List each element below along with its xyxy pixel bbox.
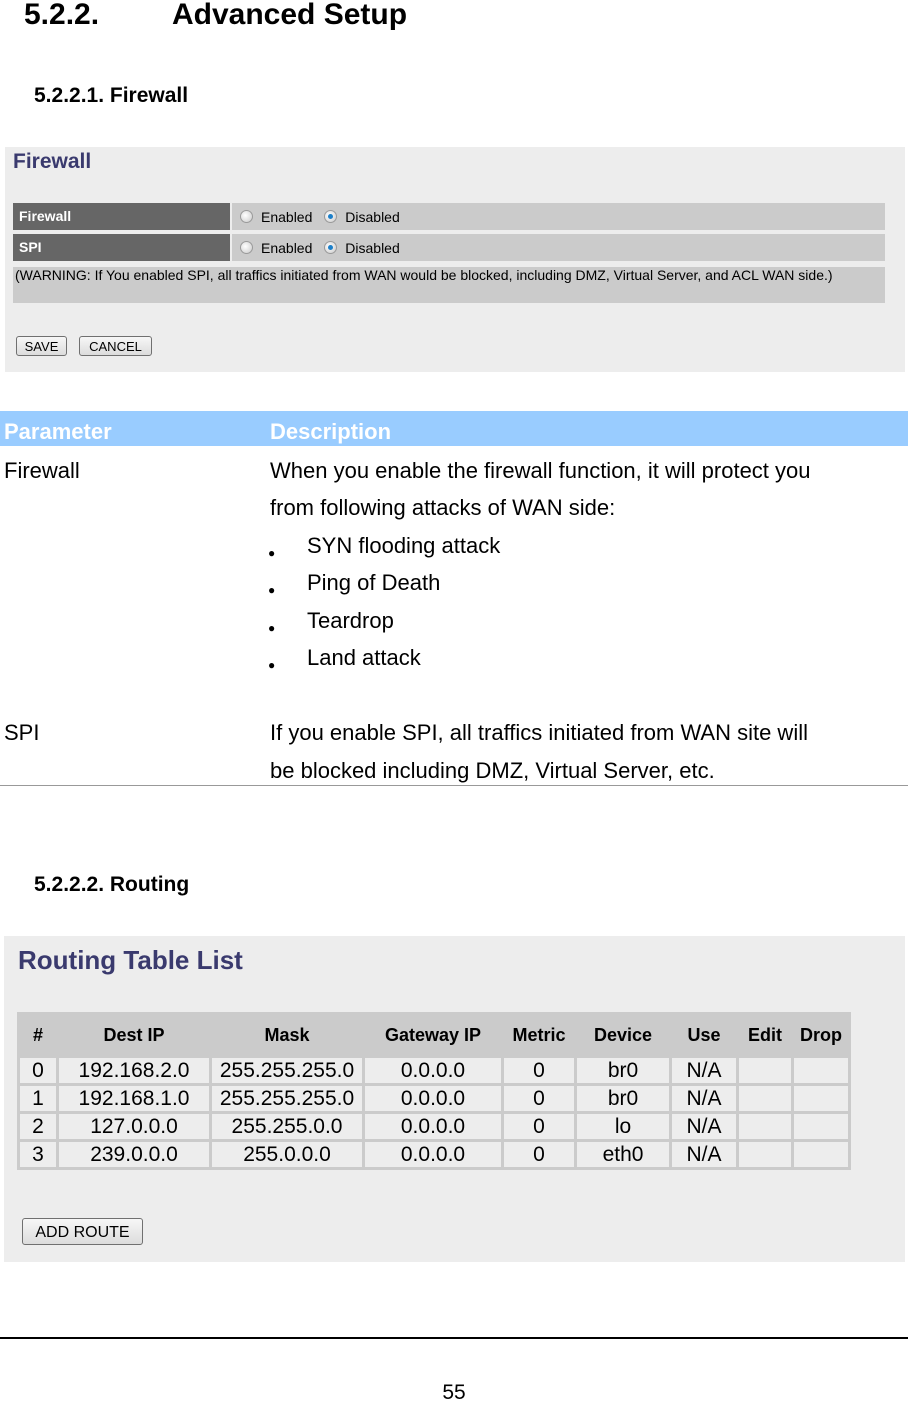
col-edit: Edit xyxy=(748,1024,782,1045)
cell-drop[interactable] xyxy=(794,1114,848,1139)
cell-edit[interactable] xyxy=(739,1142,791,1167)
cell-edit[interactable] xyxy=(739,1114,791,1139)
add-route-button[interactable]: ADD ROUTE xyxy=(22,1218,143,1245)
bullet-item: Ping of Death xyxy=(268,564,441,609)
col-use: Use xyxy=(687,1024,721,1045)
cell-mask: 255.255.255.0 xyxy=(212,1058,362,1083)
bullet-text: Ping of Death xyxy=(307,570,441,595)
footer-rule xyxy=(0,1337,908,1339)
table-bottom-rule xyxy=(0,785,908,786)
routing-row: 3 239.0.0.0 255.0.0.0 0.0.0.0 0 eth0 N/A xyxy=(20,1142,848,1167)
firewall-panel-title: Firewall xyxy=(13,150,92,173)
firewall-enabled-radio[interactable] xyxy=(240,210,253,223)
cell-gateway-ip: 0.0.0.0 xyxy=(365,1142,501,1167)
header-description: Description xyxy=(270,419,392,444)
cell-use: N/A xyxy=(672,1114,736,1139)
spi-enabled-label[interactable]: Enabled xyxy=(261,240,312,256)
section-number: 5.2.2. xyxy=(24,0,100,31)
cancel-button[interactable]: CANCEL xyxy=(79,336,152,356)
desc-spi-line1: If you enable SPI, all traffics initiate… xyxy=(270,720,808,745)
cell-use: N/A xyxy=(672,1058,736,1083)
cell-gateway-ip: 0.0.0.0 xyxy=(365,1058,501,1083)
cell-index: 1 xyxy=(20,1086,56,1111)
cell-metric: 0 xyxy=(504,1114,574,1139)
cell-metric: 0 xyxy=(504,1058,574,1083)
cell-device: lo xyxy=(577,1114,669,1139)
cell-dest-ip: 192.168.1.0 xyxy=(59,1086,209,1111)
col-gateway-ip: Gateway IP xyxy=(384,1024,482,1045)
bullet-text: Teardrop xyxy=(307,608,394,633)
param-table-header: Parameter Description xyxy=(0,411,908,446)
cell-dest-ip: 127.0.0.0 xyxy=(59,1114,209,1139)
firewall-label: Firewall xyxy=(13,203,230,230)
routing-header-row: # Dest IP Mask Gateway IP Metric Device … xyxy=(20,1015,848,1055)
section-title: Advanced Setup xyxy=(172,0,408,31)
bullet-item: Land attack xyxy=(268,639,421,684)
spi-enabled-radio[interactable] xyxy=(240,241,253,254)
page-number: 55 xyxy=(442,1381,466,1404)
cell-dest-ip: 239.0.0.0 xyxy=(59,1142,209,1167)
cell-use: N/A xyxy=(672,1086,736,1111)
spi-options: Enabled Disabled xyxy=(232,234,885,261)
firewall-disabled-radio[interactable] xyxy=(324,210,338,223)
firewall-row: Firewall Enabled Disabled xyxy=(13,203,885,230)
cell-device: eth0 xyxy=(577,1142,669,1167)
cell-gateway-ip: 0.0.0.0 xyxy=(365,1114,501,1139)
param-spi: SPI xyxy=(4,720,40,745)
save-button[interactable]: SAVE xyxy=(16,336,67,356)
col-metric: Metric xyxy=(512,1024,566,1045)
spi-row: SPI Enabled Disabled xyxy=(13,234,885,261)
cell-drop[interactable] xyxy=(794,1086,848,1111)
header-parameter: Parameter xyxy=(4,419,112,444)
spi-disabled-radio[interactable] xyxy=(324,241,338,254)
bullet-item: SYN flooding attack xyxy=(268,527,501,572)
spi-disabled-label[interactable]: Disabled xyxy=(345,240,399,256)
col-mask: Mask xyxy=(264,1024,310,1045)
desc-firewall-line2: from following attacks of WAN side: xyxy=(270,495,616,520)
col-dest-ip: Dest IP xyxy=(103,1024,165,1045)
routing-row: 2 127.0.0.0 255.255.0.0 0.0.0.0 0 lo N/A xyxy=(20,1114,848,1139)
routing-heading: 5.2.2.2. Routing xyxy=(34,873,190,896)
routing-table: # Dest IP Mask Gateway IP Metric Device … xyxy=(17,1012,851,1170)
cell-metric: 0 xyxy=(504,1086,574,1111)
routing-row: 1 192.168.1.0 255.255.255.0 0.0.0.0 0 br0 N/A xyxy=(20,1086,848,1111)
routing-panel-title: Routing Table List xyxy=(18,945,243,975)
cell-device: br0 xyxy=(577,1058,669,1083)
param-firewall: Firewall xyxy=(4,458,80,483)
bullet-text: Land attack xyxy=(307,645,421,670)
firewall-options: Enabled Disabled xyxy=(232,203,885,230)
section-heading: 5.2.2. Advanced Setup xyxy=(24,0,407,32)
cell-index: 3 xyxy=(20,1142,56,1167)
col-device: Device xyxy=(593,1024,653,1045)
firewall-enabled-label[interactable]: Enabled xyxy=(261,209,312,225)
cell-index: 0 xyxy=(20,1058,56,1083)
cell-dest-ip: 192.168.2.0 xyxy=(59,1058,209,1083)
cell-edit[interactable] xyxy=(739,1086,791,1111)
desc-spi-line2: be blocked including DMZ, Virtual Server… xyxy=(270,758,715,783)
cell-gateway-ip: 0.0.0.0 xyxy=(365,1086,501,1111)
cell-mask: 255.255.255.0 xyxy=(212,1086,362,1111)
routing-row: 0 192.168.2.0 255.255.255.0 0.0.0.0 0 br0 N/A xyxy=(20,1058,848,1083)
bullet-item: Teardrop xyxy=(268,602,394,647)
col-drop: Drop xyxy=(800,1024,842,1045)
col-index: # xyxy=(32,1024,43,1045)
cell-device: br0 xyxy=(577,1086,669,1111)
spi-warning: (WARNING: If You enabled SPI, all traffi… xyxy=(13,267,885,303)
cell-use: N/A xyxy=(672,1142,736,1167)
cell-index: 2 xyxy=(20,1114,56,1139)
desc-firewall-line1: When you enable the firewall function, i… xyxy=(270,458,811,483)
spi-label: SPI xyxy=(13,234,230,261)
cell-drop[interactable] xyxy=(794,1058,848,1083)
cell-mask: 255.0.0.0 xyxy=(212,1142,362,1167)
cell-mask: 255.255.0.0 xyxy=(212,1114,362,1139)
firewall-disabled-label[interactable]: Disabled xyxy=(345,209,399,225)
cell-metric: 0 xyxy=(504,1142,574,1167)
firewall-heading: 5.2.2.1. Firewall xyxy=(34,84,189,107)
cell-drop[interactable] xyxy=(794,1142,848,1167)
cell-edit[interactable] xyxy=(739,1058,791,1083)
bullet-text: SYN flooding attack xyxy=(307,533,501,558)
